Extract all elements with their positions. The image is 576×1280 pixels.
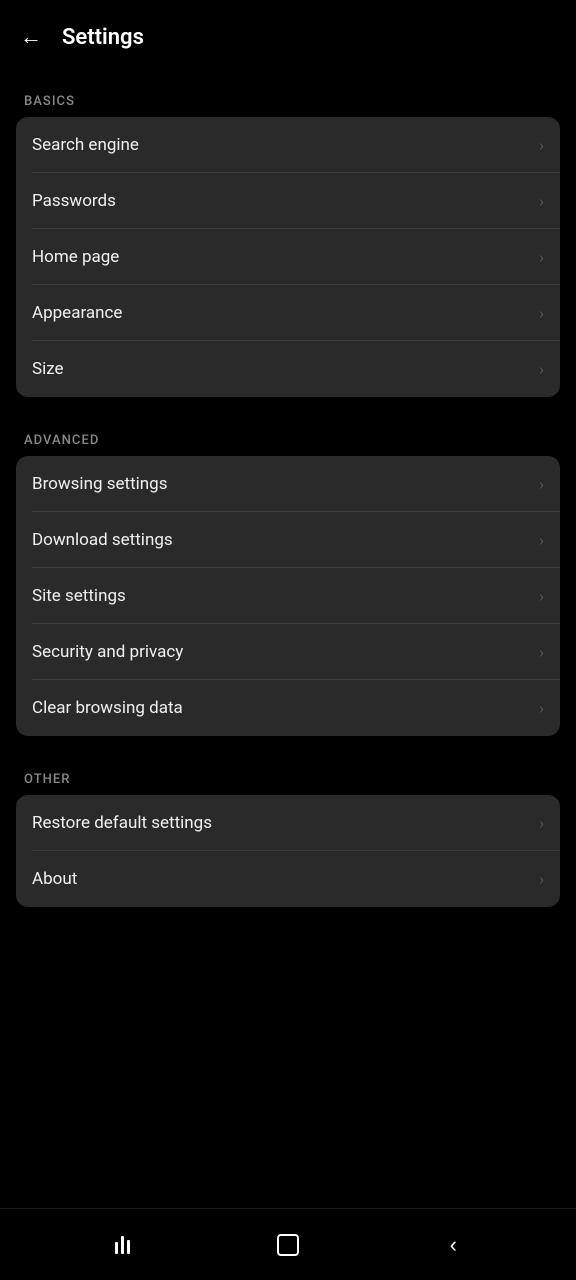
size-label: Size: [32, 359, 64, 379]
download-settings-label: Download settings: [32, 530, 173, 550]
chevron-right-icon: ›: [539, 699, 544, 718]
section-label-basics: BASICS: [16, 82, 560, 117]
settings-content: BASICS Search engine › Passwords › Home …: [0, 74, 576, 1208]
settings-item-search-engine[interactable]: Search engine ›: [16, 117, 560, 173]
home-button[interactable]: [263, 1220, 313, 1270]
navigation-bar: ‹: [0, 1208, 576, 1280]
chevron-right-icon: ›: [539, 870, 544, 889]
settings-item-home-page[interactable]: Home page ›: [16, 229, 560, 285]
home-icon: [277, 1234, 299, 1256]
back-icon: ←: [20, 24, 42, 50]
clear-browsing-data-label: Clear browsing data: [32, 698, 183, 718]
chevron-right-icon: ›: [539, 531, 544, 550]
settings-item-appearance[interactable]: Appearance ›: [16, 285, 560, 341]
browsing-settings-label: Browsing settings: [32, 474, 167, 494]
chevron-right-icon: ›: [539, 643, 544, 662]
appearance-label: Appearance: [32, 303, 122, 323]
section-label-advanced: ADVANCED: [16, 421, 560, 456]
back-button[interactable]: ←: [16, 20, 46, 54]
settings-item-security-privacy[interactable]: Security and privacy ›: [16, 624, 560, 680]
basics-card: Search engine › Passwords › Home page › …: [16, 117, 560, 397]
home-page-label: Home page: [32, 247, 119, 267]
section-label-other: OTHER: [16, 760, 560, 795]
chevron-right-icon: ›: [539, 475, 544, 494]
chevron-right-icon: ›: [539, 248, 544, 267]
settings-item-browsing-settings[interactable]: Browsing settings ›: [16, 456, 560, 512]
settings-item-about[interactable]: About ›: [16, 851, 560, 907]
chevron-right-icon: ›: [539, 587, 544, 606]
recents-icon: [115, 1236, 130, 1254]
chevron-right-icon: ›: [539, 304, 544, 323]
chevron-right-icon: ›: [539, 814, 544, 833]
settings-item-passwords[interactable]: Passwords ›: [16, 173, 560, 229]
search-engine-label: Search engine: [32, 135, 139, 155]
about-label: About: [32, 869, 77, 889]
recents-button[interactable]: [98, 1220, 148, 1270]
site-settings-label: Site settings: [32, 586, 126, 606]
settings-item-restore-default[interactable]: Restore default settings ›: [16, 795, 560, 851]
header: ← Settings: [0, 0, 576, 74]
other-card: Restore default settings › About ›: [16, 795, 560, 907]
chevron-right-icon: ›: [539, 192, 544, 211]
restore-default-label: Restore default settings: [32, 813, 212, 833]
passwords-label: Passwords: [32, 191, 116, 211]
chevron-right-icon: ›: [539, 360, 544, 379]
settings-item-download-settings[interactable]: Download settings ›: [16, 512, 560, 568]
chevron-right-icon: ›: [539, 136, 544, 155]
settings-item-size[interactable]: Size ›: [16, 341, 560, 397]
page-title: Settings: [62, 25, 144, 50]
settings-item-site-settings[interactable]: Site settings ›: [16, 568, 560, 624]
advanced-card: Browsing settings › Download settings › …: [16, 456, 560, 736]
back-nav-button[interactable]: ‹: [428, 1220, 478, 1270]
settings-item-clear-browsing-data[interactable]: Clear browsing data ›: [16, 680, 560, 736]
back-nav-icon: ‹: [450, 1232, 457, 1258]
security-privacy-label: Security and privacy: [32, 642, 183, 662]
